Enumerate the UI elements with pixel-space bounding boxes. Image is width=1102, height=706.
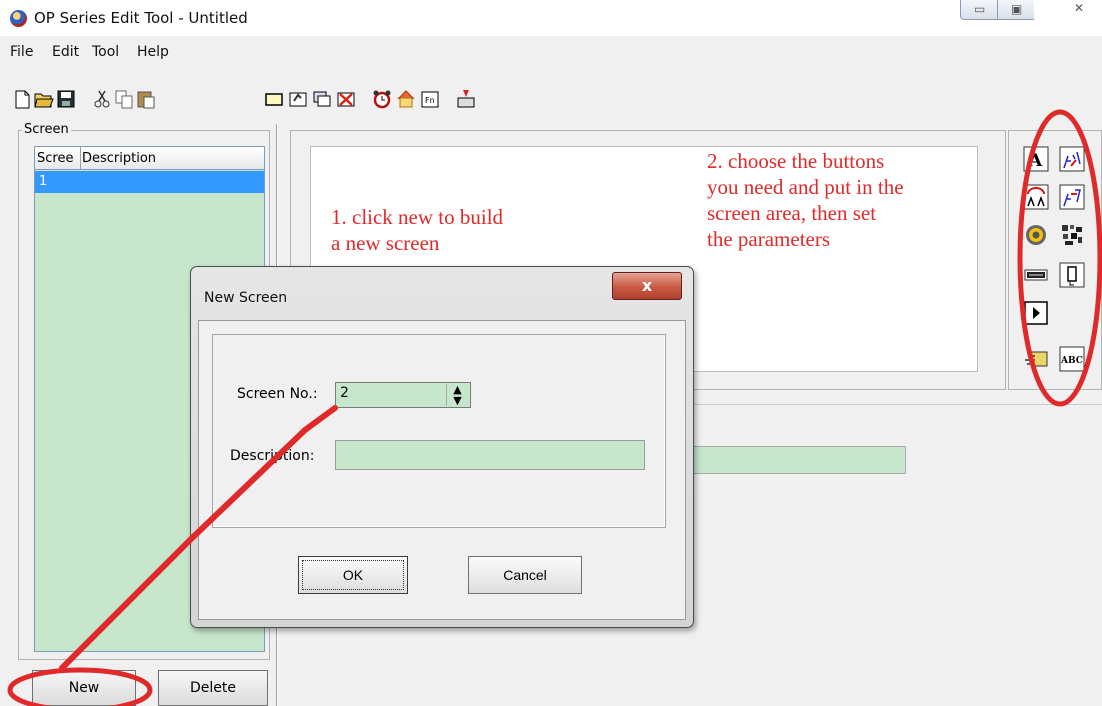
- paste-icon[interactable]: [136, 88, 156, 110]
- app-globe-icon: [10, 10, 27, 27]
- static-text-icon[interactable]: A: [1023, 146, 1049, 172]
- numeric-display-icon[interactable]: [1059, 146, 1085, 172]
- download-icon[interactable]: [456, 88, 476, 110]
- touch-key-icon[interactable]: [1023, 346, 1049, 372]
- cut-icon[interactable]: [92, 88, 112, 110]
- ascii-glyph: ABC: [1060, 356, 1083, 366]
- home-screen-icon[interactable]: [396, 88, 416, 110]
- description-field[interactable]: [335, 440, 645, 470]
- annotation-step1-line2: a new screen: [331, 231, 440, 255]
- cancel-button[interactable]: Cancel: [468, 556, 582, 594]
- annotation-step2-line3: screen area, then set: [707, 201, 877, 225]
- bar-graph-icon[interactable]: [1023, 262, 1049, 288]
- spin-buttons[interactable]: ▲ ▼: [446, 384, 468, 406]
- window-title: OP Series Edit Tool - Untitled: [34, 9, 248, 27]
- delete-screen-icon[interactable]: [336, 88, 356, 110]
- screen-no-label: Screen No.:: [237, 386, 318, 402]
- new-screen-button[interactable]: New: [32, 670, 136, 706]
- lamp-icon[interactable]: [1023, 222, 1049, 248]
- maximize-button[interactable]: ▣: [997, 0, 1035, 20]
- column-header-screen[interactable]: Scree: [37, 151, 73, 166]
- text-toggle-icon[interactable]: [1023, 184, 1049, 210]
- copy-icon[interactable]: [114, 88, 134, 110]
- save-icon[interactable]: [56, 88, 76, 110]
- toolbar: Fn: [0, 80, 1102, 120]
- menu-help[interactable]: Help: [137, 44, 169, 60]
- add-screen-icon[interactable]: [264, 88, 284, 110]
- svg-text:Fn: Fn: [425, 96, 435, 105]
- table-row[interactable]: [35, 171, 264, 193]
- screen-properties-icon[interactable]: [288, 88, 308, 110]
- annotation-step2-line1: 2. choose the buttons: [707, 149, 885, 173]
- description-label: Description:: [230, 448, 315, 464]
- bitmap-icon[interactable]: [1059, 222, 1085, 248]
- column-header-description[interactable]: Description: [82, 151, 156, 166]
- annotation-step2: 2. choose the buttons you need and put i…: [707, 148, 904, 252]
- delete-screen-button[interactable]: Delete: [158, 670, 268, 706]
- annotation-step1: 1. click new to build a new screen: [331, 204, 503, 256]
- dialog-group-frame: [212, 334, 666, 528]
- dialog-close-button[interactable]: x: [612, 272, 682, 300]
- new-file-icon[interactable]: [12, 88, 32, 110]
- spin-down-icon[interactable]: ▼: [447, 395, 468, 406]
- open-folder-icon[interactable]: [34, 88, 54, 110]
- set-value-icon[interactable]: [1059, 262, 1085, 288]
- maximize-icon: ▣: [1011, 2, 1023, 16]
- static-text-glyph: A: [1028, 151, 1043, 171]
- goto-screen-icon[interactable]: [1023, 300, 1049, 326]
- minimize-icon: ▭: [974, 2, 986, 16]
- ok-button[interactable]: OK: [298, 556, 408, 594]
- column-divider[interactable]: [80, 147, 81, 169]
- numeric-input-icon[interactable]: [1059, 184, 1085, 210]
- screen-number-cell: 1: [39, 174, 48, 189]
- menu-tool[interactable]: Tool: [92, 44, 119, 60]
- description-display: [690, 446, 906, 474]
- window-close-button[interactable]: ✕: [1034, 0, 1102, 20]
- ascii-input-icon[interactable]: ABC: [1059, 346, 1085, 372]
- copy-screen-icon[interactable]: [312, 88, 332, 110]
- annotation-step2-line2: you need and put in the: [707, 175, 904, 199]
- function-key-icon[interactable]: Fn: [420, 88, 440, 110]
- close-icon: x: [641, 276, 653, 295]
- minimize-button[interactable]: ▭: [960, 0, 998, 20]
- menu-file[interactable]: File: [10, 44, 33, 60]
- annotation-step1-line1: 1. click new to build: [331, 205, 504, 229]
- annotation-step2-line4: the parameters: [707, 227, 831, 251]
- screen-group-label: Screen: [22, 122, 71, 137]
- menu-edit[interactable]: Edit: [52, 44, 79, 60]
- alarm-icon[interactable]: [372, 88, 392, 110]
- dialog-title: New Screen: [204, 290, 288, 306]
- screen-no-value[interactable]: 2: [340, 385, 349, 401]
- close-icon: ✕: [1074, 1, 1085, 15]
